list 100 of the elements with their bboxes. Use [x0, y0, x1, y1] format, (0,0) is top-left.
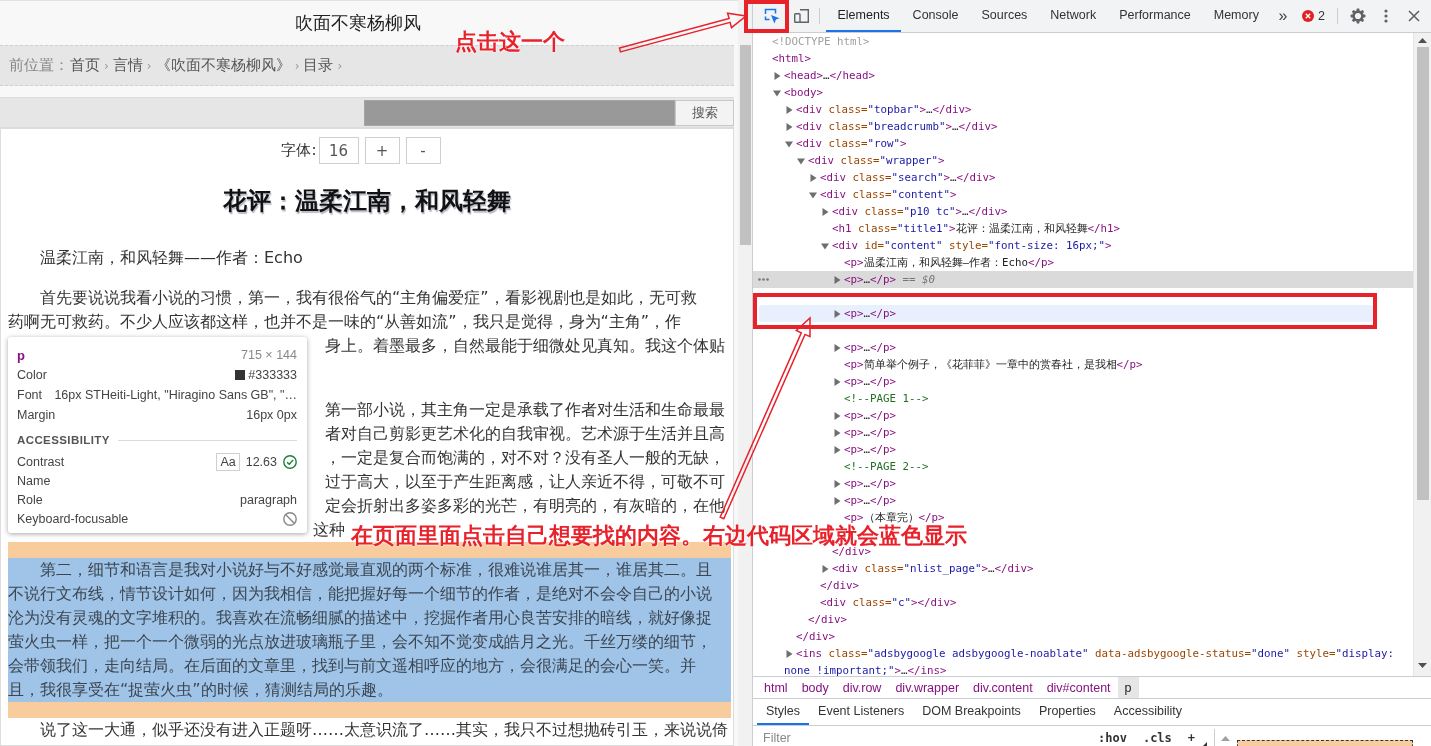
class-toggle-button[interactable]: .cls [1137, 731, 1177, 745]
sidebar-tab[interactable]: Properties [1029, 699, 1105, 725]
caret-right-icon[interactable] [833, 445, 841, 454]
caret-right-icon[interactable] [833, 428, 841, 437]
new-rule-button[interactable]: + [1182, 731, 1201, 745]
caret-right-icon[interactable] [785, 649, 793, 658]
sidebar-tab[interactable]: Styles [757, 699, 810, 725]
caret-down-icon[interactable] [821, 241, 829, 250]
dom-node[interactable]: <div class="c"></div> [753, 594, 1413, 611]
error-counter[interactable]: 2 [1296, 0, 1331, 32]
dom-node[interactable]: <p>…</p> [753, 475, 1413, 492]
dom-node[interactable]: <div class="search">…</div> [753, 169, 1413, 186]
text-fragment: 这种 [313, 519, 345, 541]
hover-state-button[interactable]: :hov [1093, 731, 1132, 745]
dom-node[interactable]: <div id="content" style="font-size: 16px;"> [753, 237, 1413, 254]
element-path-item[interactable]: html [757, 677, 795, 698]
closing-tag-line[interactable]: </div> [753, 628, 1413, 645]
closing-tag-line[interactable]: </div> [753, 577, 1413, 594]
caret-right-icon[interactable] [833, 275, 841, 284]
panel-tab[interactable]: Network [1038, 0, 1108, 32]
settings-icon [1350, 8, 1366, 24]
dom-node[interactable]: <body> [753, 84, 1413, 101]
caret-right-icon[interactable] [833, 479, 841, 488]
sidebar-tab[interactable]: Event Listeners [809, 699, 914, 725]
dom-node[interactable]: <div class="topbar">…</div> [753, 101, 1413, 118]
caret-down-icon[interactable] [785, 139, 793, 148]
element-path-item[interactable]: div.wrapper [888, 677, 967, 698]
more-tabs-button[interactable]: » [1270, 0, 1296, 32]
panel-tab[interactable]: Memory [1202, 0, 1271, 32]
caret-right-icon[interactable] [785, 105, 793, 114]
scroll-down-icon[interactable] [1418, 663, 1427, 668]
scroll-up-icon[interactable] [1418, 38, 1427, 43]
ellipsis-icon[interactable] [758, 278, 769, 281]
caret-down-icon[interactable] [797, 156, 805, 165]
paragraph: 首先要说说我看小说的习惯，第一，我有很俗气的“主角偏爱症”，看影视剧也是如此，无可救 药啊无可救药。不少人应该都这样，也并不是一味的“从善如流”，我只是觉得，身为“主角”，作 [8, 287, 698, 333]
search-field[interactable] [364, 99, 675, 126]
dom-node[interactable]: <p>…</p> [759, 305, 1373, 322]
site-title: 吹面不寒杨柳风 [295, 11, 421, 35]
caret-right-icon[interactable] [821, 207, 829, 216]
dom-node[interactable]: <head>…</head> [753, 67, 1413, 84]
panel-tab[interactable]: Elements [826, 0, 902, 32]
caret-down-icon[interactable] [809, 190, 817, 199]
element-path-item[interactable]: p [1117, 677, 1139, 698]
caret-right-icon[interactable] [833, 343, 841, 352]
dom-node[interactable]: <p>…</p> [753, 407, 1413, 424]
dom-node[interactable]: <p>…</p> == $0 [753, 271, 1413, 288]
dom-node[interactable]: <p>…</p> [753, 339, 1413, 356]
dom-node[interactable]: <div class="p10 tc">…</div> [753, 203, 1413, 220]
article-title: 花评：温柔江南，和风轻舞 [222, 186, 512, 217]
dom-node[interactable]: <p>简单举个例子，《花菲菲》一章中的赏春社，是我相</p> [753, 356, 1413, 373]
inspect-icon [764, 8, 780, 24]
breadcrumb-link[interactable]: 《吹面不寒杨柳风》 [155, 56, 291, 75]
caret-right-icon[interactable] [833, 496, 841, 505]
panel-tab[interactable]: Console [901, 0, 970, 32]
corner-triangle-icon[interactable] [1202, 742, 1208, 746]
caret-right-icon[interactable] [833, 309, 841, 318]
caret-right-icon[interactable] [833, 377, 841, 386]
dom-node[interactable]: <p>温柔江南，和风轻舞—作者：Echo</p> [753, 254, 1413, 271]
caret-right-icon[interactable] [821, 564, 829, 573]
dom-node[interactable]: <!--PAGE 2--> [753, 458, 1413, 475]
dom-node[interactable]: <p>…</p> [753, 441, 1413, 458]
dom-node[interactable]: <p>…</p> [753, 492, 1413, 509]
caret-down-icon[interactable] [773, 88, 781, 97]
closing-tag-line[interactable]: </div> [753, 611, 1413, 628]
property-value: 12.63 [245, 454, 277, 469]
dom-node[interactable]: <p>…</p> [753, 373, 1413, 390]
breadcrumb-link[interactable]: 目录 [303, 56, 334, 75]
dom-node[interactable]: <div class="row"> [753, 135, 1413, 152]
dom-node[interactable]: <ins class="adsbygoogle adsbygoogle-noablate" data-adsbygoogle-status="done" style="display: none !important;">…</ins> [753, 645, 1413, 676]
font-size-field[interactable]: 16 [318, 137, 359, 164]
breadcrumb-label: 前位置： [9, 56, 69, 75]
increase-font-button[interactable]: + [364, 137, 400, 164]
decrease-font-button[interactable]: - [405, 137, 441, 164]
element-path-item[interactable]: div#content [1039, 677, 1118, 698]
paragraph: 说了这一大通，似乎还没有进入正题呀……太意识流了……其实，我只不过想抛砖引玉，来说说倚 [39, 719, 729, 741]
dom-node[interactable]: <p>…</p> [753, 424, 1413, 441]
scrollbar-thumb[interactable] [1416, 47, 1429, 500]
element-path-item[interactable]: div.row [835, 677, 889, 698]
breadcrumb-separator: › [104, 58, 109, 73]
sidebar-tab[interactable]: Accessibility [1104, 699, 1191, 725]
dom-node[interactable]: <h1 class="title1">花评：温柔江南，和风轻舞</h1> [753, 220, 1413, 237]
search-button[interactable]: 搜索 [675, 99, 734, 126]
panel-tab[interactable]: Sources [970, 0, 1039, 32]
breadcrumb-link[interactable]: 言情 [112, 56, 143, 75]
caret-right-icon[interactable] [785, 122, 793, 131]
caret-right-icon[interactable] [833, 411, 841, 420]
dom-node[interactable]: <html> [753, 50, 1413, 67]
caret-right-icon[interactable] [773, 71, 781, 80]
dom-node[interactable]: <div class="nlist_page">…</div> [753, 560, 1413, 577]
caret-right-icon[interactable] [809, 173, 817, 182]
breadcrumb-link[interactable]: 首页 [70, 56, 100, 75]
dom-node[interactable]: <div class="breadcrumb">…</div> [753, 118, 1413, 135]
dom-node[interactable]: <div class="content"> [753, 186, 1413, 203]
panel-tab[interactable]: Performance [1107, 0, 1203, 32]
dom-node[interactable]: <div class="wrapper"> [753, 152, 1413, 169]
sidebar-tab[interactable]: DOM Breakpoints [913, 699, 1030, 725]
element-path-item[interactable]: div.content [966, 677, 1040, 698]
element-path-item[interactable]: body [794, 677, 836, 698]
scrollbar-thumb[interactable] [739, 45, 751, 245]
dom-node[interactable]: <!--PAGE 1--> [753, 390, 1413, 407]
